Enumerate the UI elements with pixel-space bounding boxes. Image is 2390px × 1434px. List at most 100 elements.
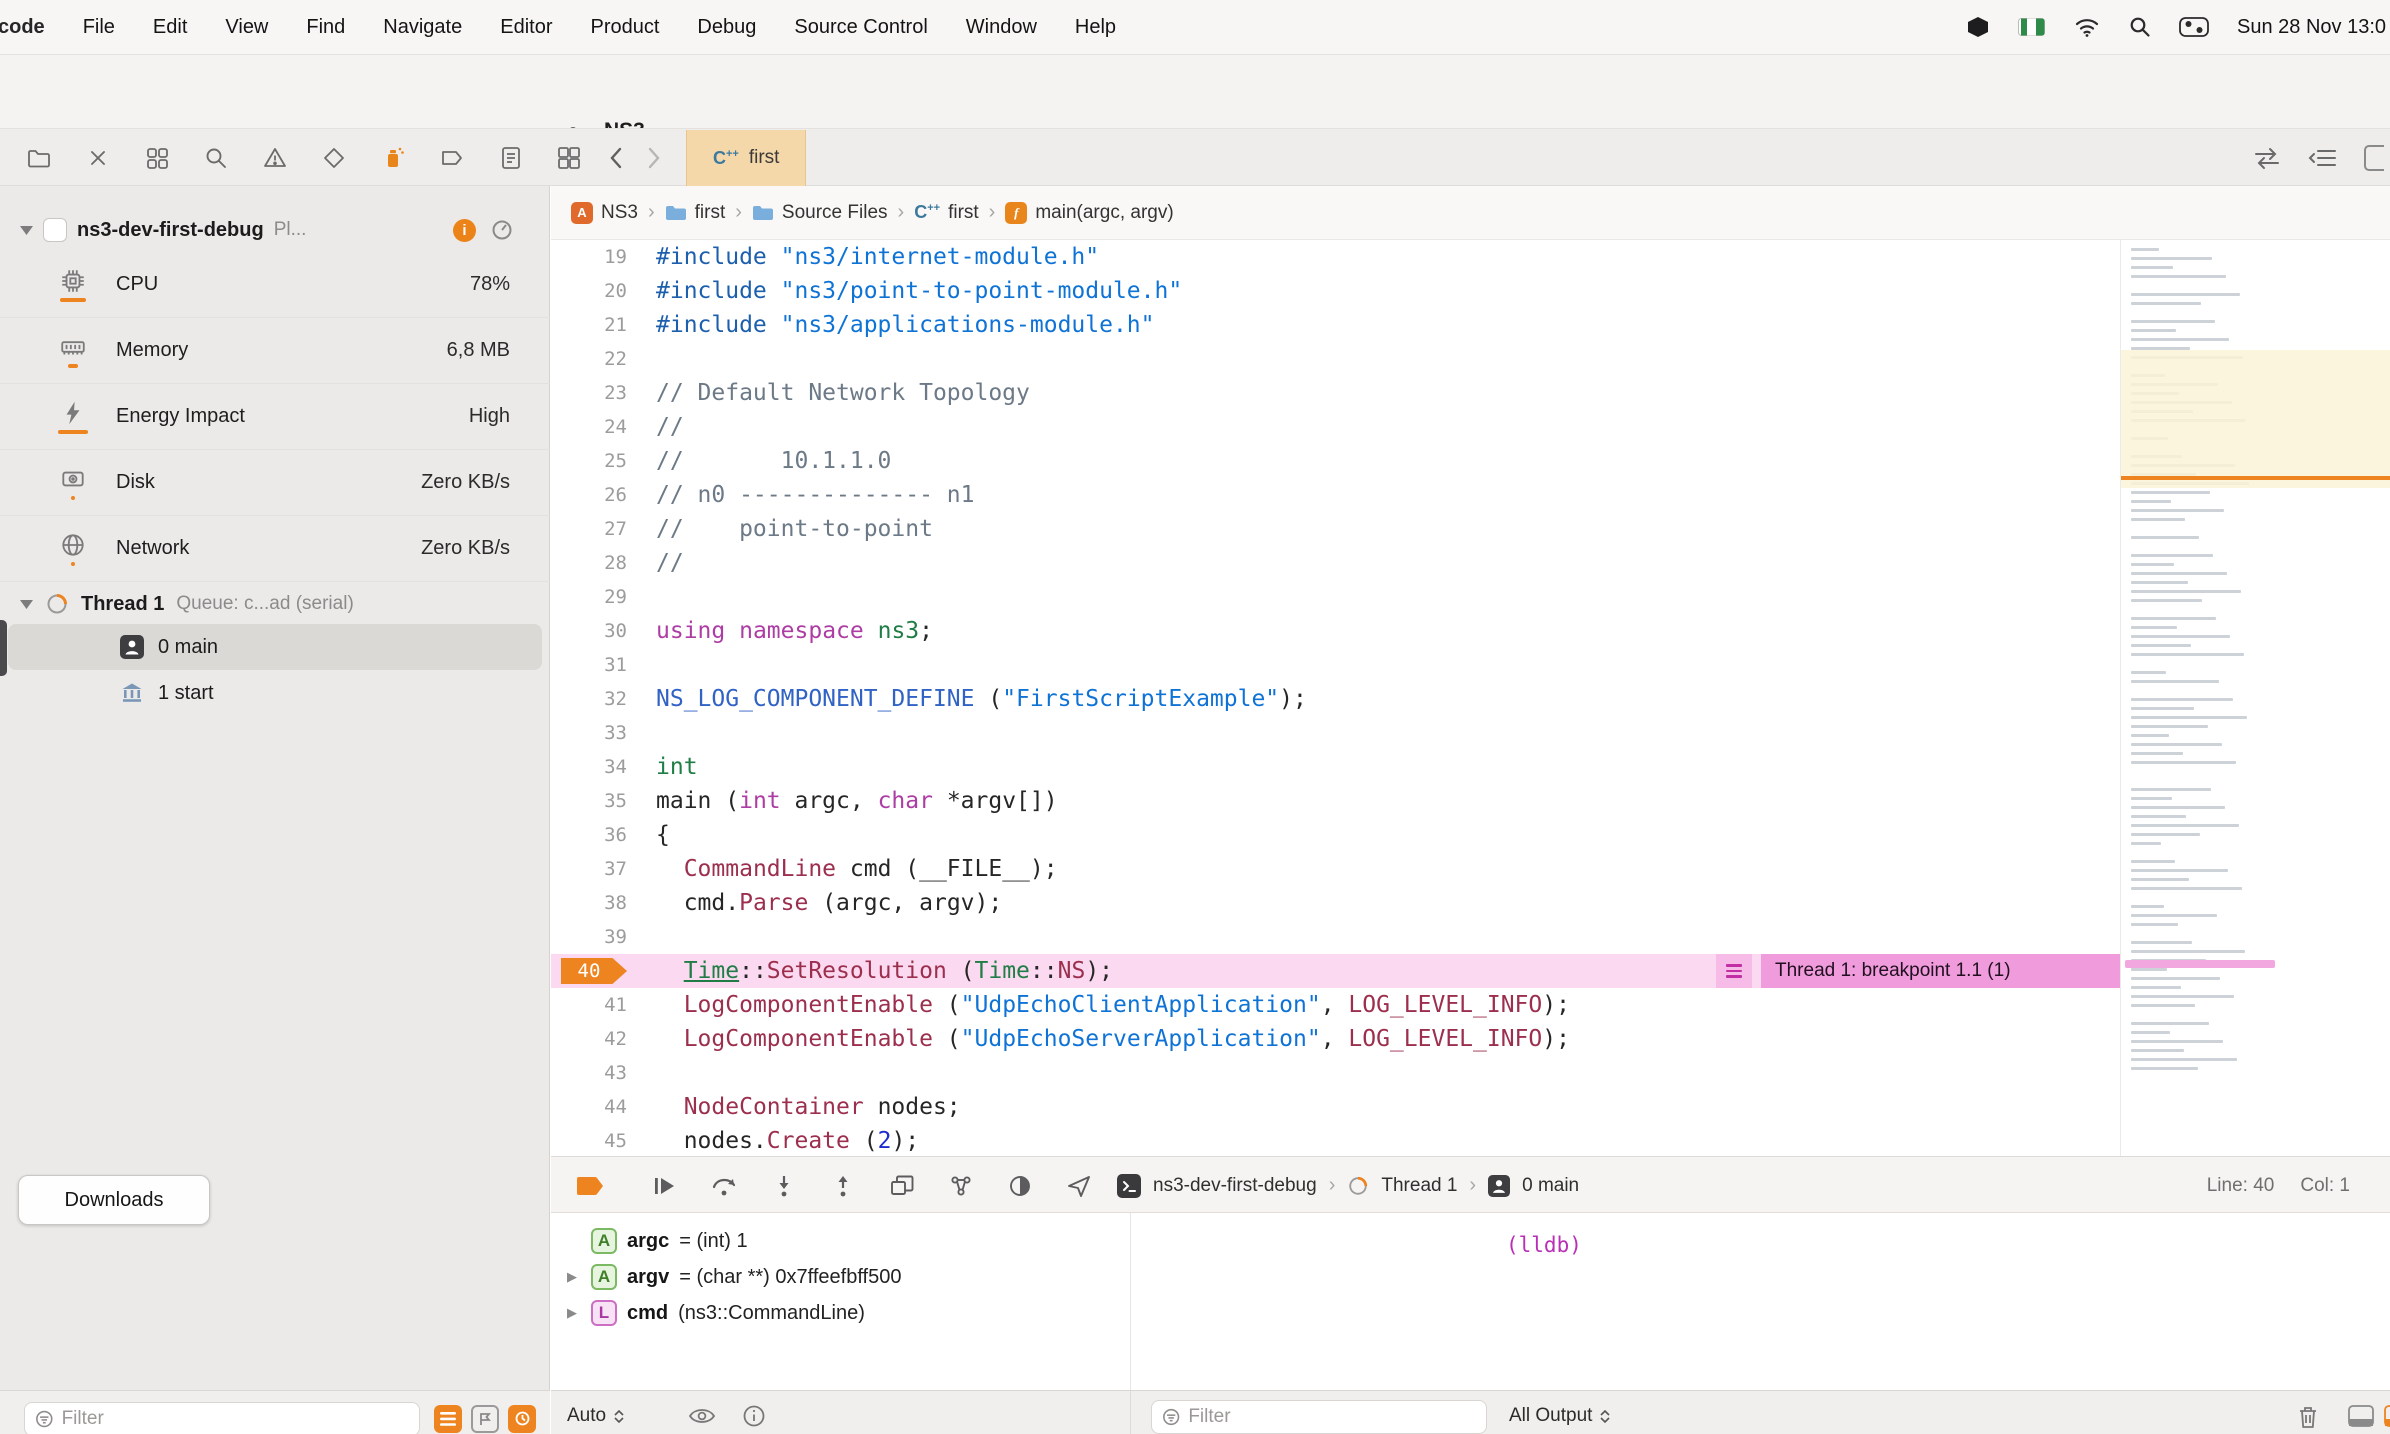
line-number[interactable]: 19: [551, 240, 643, 274]
line-number[interactable]: 44: [551, 1090, 643, 1124]
menu-item[interactable]: Editor: [500, 16, 552, 39]
code-line[interactable]: 42 LogComponentEnable ("UdpEchoServerApp…: [551, 1022, 2390, 1056]
breakpoint-marker[interactable]: 40: [561, 958, 627, 984]
line-number[interactable]: 23: [551, 376, 643, 410]
menu-item[interactable]: Edit: [153, 16, 187, 39]
code-text[interactable]: CommandLine cmd (__FILE__);: [643, 852, 1058, 886]
code-text[interactable]: NS_LOG_COMPONENT_DEFINE ("FirstScriptExa…: [643, 682, 1307, 716]
runtime-issue-badge[interactable]: i: [453, 218, 476, 242]
control-center-icon[interactable]: [2179, 17, 2209, 37]
code-text[interactable]: int: [643, 750, 698, 784]
breakpoint-navigator-icon[interactable]: [439, 145, 465, 171]
back-button[interactable]: [608, 145, 624, 171]
code-line[interactable]: 33: [551, 716, 2390, 750]
breakpoint-status-label[interactable]: Thread 1: breakpoint 1.1 (1): [1761, 954, 2120, 988]
menu-item[interactable]: Find: [306, 16, 345, 39]
code-line[interactable]: 32 NS_LOG_COMPONENT_DEFINE ("FirstScriptE…: [551, 682, 2390, 716]
thread-row[interactable]: Thread 1 Queue: c...ad (serial): [0, 582, 550, 626]
eye-icon[interactable]: [688, 1405, 716, 1427]
gauge-row-memory[interactable]: Memory 6,8 MB: [0, 318, 550, 384]
line-number[interactable]: 39: [551, 920, 643, 954]
code-text[interactable]: #include "ns3/internet-module.h": [643, 240, 1099, 274]
line-number[interactable]: 27: [551, 512, 643, 546]
source-control-icon[interactable]: [85, 145, 111, 171]
jump-process[interactable]: ns3-dev-first-debug: [1153, 1175, 1317, 1197]
report-navigator-icon[interactable]: [498, 145, 524, 171]
variables-view[interactable]: Aargc = (int) 1 ▶ Aargv = (char **) 0x7ffeef…: [551, 1213, 1130, 1390]
code-line[interactable]: 38 cmd.Parse (argc, argv);: [551, 886, 2390, 920]
code-text[interactable]: LogComponentEnable ("UdpEchoClientApplic…: [643, 988, 1570, 1022]
code-line[interactable]: 45 nodes.Create (2);: [551, 1124, 2390, 1156]
line-number[interactable]: 35: [551, 784, 643, 818]
code-text[interactable]: LogComponentEnable ("UdpEchoServerApplic…: [643, 1022, 1570, 1056]
line-number[interactable]: 26: [551, 478, 643, 512]
code-line[interactable]: 39: [551, 920, 2390, 954]
menu-item[interactable]: Debug: [697, 16, 756, 39]
input-source-flag-icon[interactable]: [2018, 18, 2045, 36]
line-number[interactable]: 45: [551, 1124, 643, 1156]
downloads-button[interactable]: Downloads: [18, 1175, 210, 1225]
line-number[interactable]: 20: [551, 274, 643, 308]
issue-navigator-icon[interactable]: [262, 145, 288, 171]
code-text[interactable]: [643, 342, 656, 376]
stack-frame-row[interactable]: 1 start: [8, 670, 542, 716]
search-icon[interactable]: [2129, 16, 2151, 38]
breadcrumb-item[interactable]: A NS3: [571, 201, 638, 224]
line-number[interactable]: 37: [551, 852, 643, 886]
disclosure-down-icon[interactable]: [20, 599, 33, 609]
menu-item[interactable]: Navigate: [383, 16, 462, 39]
symbol-navigator-icon[interactable]: [144, 145, 170, 171]
project-navigator-icon[interactable]: [26, 145, 52, 171]
console-filter-input[interactable]: [1188, 1406, 1476, 1428]
variables-scope-popup[interactable]: Auto: [567, 1405, 624, 1427]
code-text[interactable]: [643, 648, 656, 682]
code-line[interactable]: 41 LogComponentEnable ("UdpEchoClientApp…: [551, 988, 2390, 1022]
minimap[interactable]: [2120, 240, 2390, 1156]
code-text[interactable]: [643, 920, 656, 954]
show-debug-area-icon[interactable]: [2383, 1404, 2390, 1428]
process-row[interactable]: ns3-dev-first-debug Pl... i: [0, 208, 550, 252]
code-line[interactable]: 34 int: [551, 750, 2390, 784]
adjust-editor-icon[interactable]: [2308, 146, 2338, 170]
line-number[interactable]: 24: [551, 410, 643, 444]
code-text[interactable]: cmd.Parse (argc, argv);: [643, 886, 1003, 920]
breakpoint-menu-button[interactable]: [1716, 954, 1752, 988]
code-text[interactable]: // 10.1.1.0: [643, 444, 891, 478]
minimap-toggle-icon[interactable]: [2364, 145, 2384, 171]
step-out-icon[interactable]: [830, 1173, 856, 1199]
code-text[interactable]: [643, 716, 656, 750]
line-number[interactable]: 32: [551, 682, 643, 716]
line-number[interactable]: 38: [551, 886, 643, 920]
swap-edit-icon[interactable]: [2252, 146, 2282, 170]
code-text[interactable]: //: [643, 546, 684, 580]
code-line[interactable]: 43: [551, 1056, 2390, 1090]
code-line[interactable]: 25 // 10.1.1.0: [551, 444, 2390, 478]
line-number[interactable]: 21: [551, 308, 643, 342]
line-number[interactable]: 31: [551, 648, 643, 682]
code-text[interactable]: [643, 580, 656, 614]
code-text[interactable]: Time::SetResolution (Time::NS);: [643, 954, 1113, 988]
code-text[interactable]: main (int argc, char *argv[]): [643, 784, 1058, 818]
navigator-filter-input[interactable]: [61, 1407, 409, 1430]
menu-item[interactable]: Window: [966, 16, 1037, 39]
code-text[interactable]: #include "ns3/point-to-point-module.h": [643, 274, 1182, 308]
code-text[interactable]: // point-to-point: [643, 512, 933, 546]
test-navigator-icon[interactable]: [321, 145, 347, 171]
gauge-row-cpu[interactable]: CPU 78%: [0, 252, 550, 318]
console-filter-field[interactable]: [1151, 1400, 1487, 1434]
step-over-icon[interactable]: [710, 1173, 738, 1199]
code-text[interactable]: using namespace ns3;: [643, 614, 933, 648]
flag-filter-icon[interactable]: [471, 1404, 499, 1433]
code-line[interactable]: 30 using namespace ns3;: [551, 614, 2390, 648]
code-line[interactable]: 24 //: [551, 410, 2390, 444]
code-line[interactable]: 29: [551, 580, 2390, 614]
gauge-row-network[interactable]: Network Zero KB/s: [0, 516, 550, 582]
code-text[interactable]: // n0 -------------- n1: [643, 478, 975, 512]
line-number[interactable]: 40: [551, 954, 643, 988]
line-number[interactable]: 42: [551, 1022, 643, 1056]
info-icon[interactable]: [742, 1404, 766, 1428]
variable-row[interactable]: Aargc = (int) 1: [551, 1223, 1130, 1259]
hide-console-icon[interactable]: [2347, 1404, 2375, 1428]
breadcrumb-item[interactable]: C++ first: [914, 202, 978, 224]
trash-icon[interactable]: [2296, 1404, 2320, 1430]
